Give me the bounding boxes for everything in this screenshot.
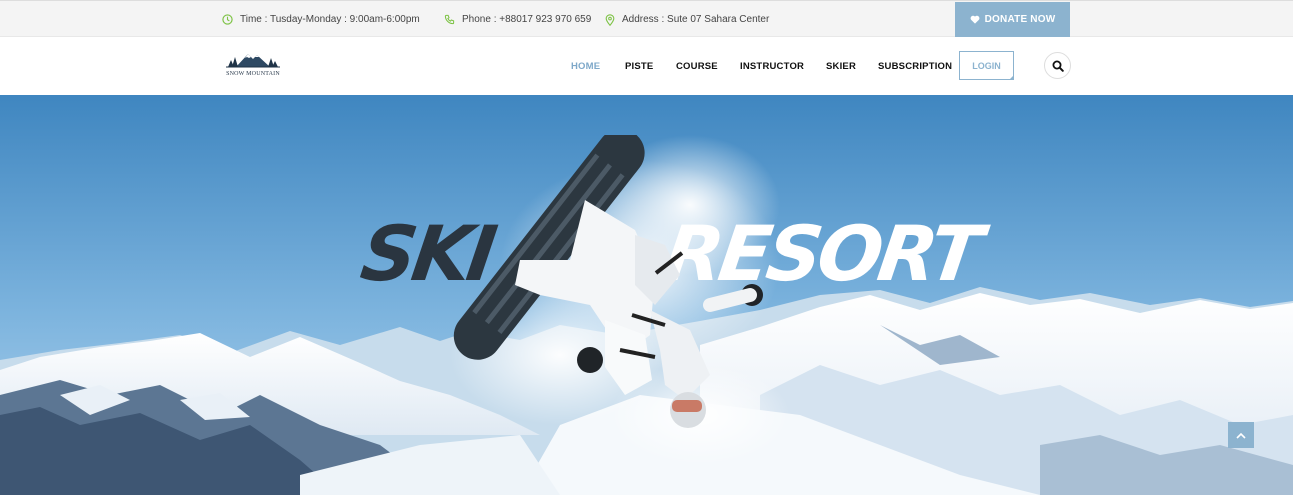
heart-icon <box>970 15 980 24</box>
nav-item-home[interactable]: HOME <box>571 37 600 95</box>
nav-item-course[interactable]: COURSE <box>676 37 718 95</box>
logo-mountain-icon <box>226 54 280 68</box>
nav-item-subscription[interactable]: SUBSCRIPTION <box>878 37 952 95</box>
nav-item-skier[interactable]: SKIER <box>826 37 856 95</box>
phone-icon <box>444 14 455 25</box>
info-time: Time : Tusday-Monday : 9:00am-6:00pm <box>222 1 420 38</box>
login-button[interactable]: LOGIN <box>959 51 1014 80</box>
search-icon <box>1052 60 1064 72</box>
search-button[interactable] <box>1044 52 1071 79</box>
scroll-to-top-button[interactable] <box>1228 422 1254 448</box>
info-address: Address : Sute 07 Sahara Center <box>605 1 769 38</box>
logo-text: SNOW MOUNTAIN <box>226 71 280 77</box>
donate-label: DONATE NOW <box>984 14 1056 25</box>
info-phone: Phone : +88017 923 970 659 <box>444 1 591 38</box>
nav-item-instructor[interactable]: INSTRUCTOR <box>740 37 804 95</box>
map-pin-icon <box>605 13 615 26</box>
site-logo[interactable]: SNOW MOUNTAIN <box>222 49 284 83</box>
info-time-text: Time : Tusday-Monday : 9:00am-6:00pm <box>240 14 420 25</box>
nav-item-piste[interactable]: PISTE <box>625 37 653 95</box>
info-address-text: Address : Sute 07 Sahara Center <box>622 14 770 25</box>
chevron-up-icon <box>1236 432 1246 439</box>
top-info-bar: Time : Tusday-Monday : 9:00am-6:00pm Pho… <box>0 0 1293 37</box>
hero-banner: SKI RESORT <box>0 95 1293 495</box>
login-corner-accent <box>1009 75 1014 80</box>
login-label: LOGIN <box>972 60 1001 71</box>
snowboarder-figure <box>453 135 763 428</box>
donate-now-button[interactable]: DONATE NOW <box>955 2 1070 37</box>
info-phone-text: Phone : +88017 923 970 659 <box>462 14 592 25</box>
main-navbar: SNOW MOUNTAIN HOME PISTE COURSE INSTRUCT… <box>0 37 1293 95</box>
clock-icon <box>222 14 233 25</box>
